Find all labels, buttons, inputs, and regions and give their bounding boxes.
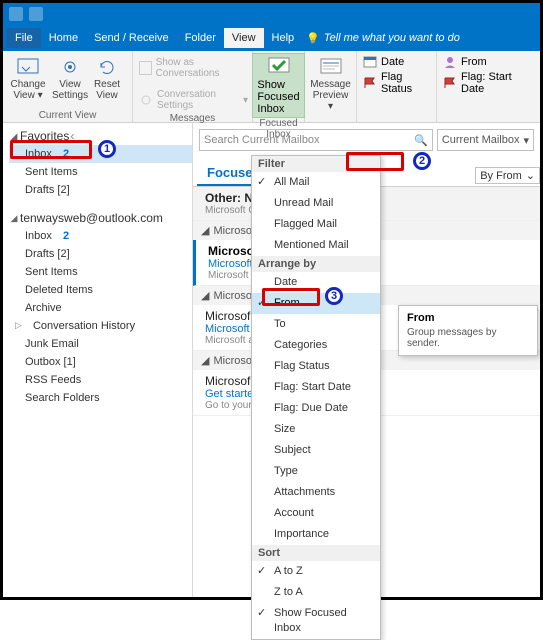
show-focused-label: Show Focused Inbox <box>257 79 299 115</box>
callout-badge-2: 2 <box>413 152 431 170</box>
menu-arrange-to[interactable]: To <box>252 314 380 335</box>
collapse-icon: ◢ <box>201 354 209 367</box>
app-icon <box>9 7 23 21</box>
collapse-icon: ◢ <box>201 224 209 237</box>
menu-arrange-attachments[interactable]: Attachments <box>252 482 380 503</box>
tab-send-receive[interactable]: Send / Receive <box>86 28 177 48</box>
menu-tabs: File Home Send / Receive Folder View Hel… <box>3 25 540 51</box>
nav-search-folders[interactable]: Search Folders <box>9 389 192 407</box>
menu-arrange-type[interactable]: Type <box>252 461 380 482</box>
menu-arrange-flag-due[interactable]: Flag: Due Date <box>252 398 380 419</box>
change-view-icon <box>16 55 40 79</box>
message-preview-icon <box>319 55 343 79</box>
group-current-view: Current View <box>7 110 128 121</box>
menu-arrange-subject[interactable]: Subject <box>252 440 380 461</box>
check-icon: ✓ <box>257 606 266 621</box>
nav-archive[interactable]: Archive <box>9 299 192 317</box>
arrange-menu: Filter ✓All Mail Unread Mail Flagged Mai… <box>251 155 381 640</box>
tab-file[interactable]: File <box>7 28 41 48</box>
arrange-by-from-button[interactable]: By From⌄ <box>475 167 540 184</box>
menu-arrange-importance[interactable]: Importance <box>252 524 380 545</box>
message-preview-label: Message Preview ▾ <box>310 79 351 112</box>
arrange-from[interactable]: From <box>441 55 525 69</box>
menu-section-arrange: Arrange by <box>252 256 380 272</box>
tell-me-input[interactable]: Tell me what you want to do <box>324 32 460 44</box>
flag-icon <box>363 77 377 89</box>
search-input[interactable]: Search Current Mailbox🔍 <box>199 129 433 151</box>
menu-mentioned-mail[interactable]: Mentioned Mail <box>252 235 380 256</box>
reset-view-label: Reset View <box>93 79 121 101</box>
conversation-settings-button: Conversation Settings ▾ <box>139 87 248 113</box>
nav-conversation-history[interactable]: ▷ Conversation History <box>9 317 192 335</box>
chevron-down-icon: ⌄ <box>526 169 535 182</box>
tooltip-body: Group messages by sender. <box>407 327 529 349</box>
collapse-icon: ◢ <box>201 289 209 302</box>
menu-show-focused-inbox[interactable]: ✓Show Focused Inbox <box>252 603 380 639</box>
menu-arrange-categories[interactable]: Categories <box>252 335 380 356</box>
message-preview-button[interactable]: Message Preview ▾ <box>310 53 352 114</box>
favorites-sent[interactable]: Sent Items <box>9 163 192 181</box>
view-settings-label: View Settings <box>52 79 88 101</box>
menu-arrange-size[interactable]: Size <box>252 419 380 440</box>
callout-badge-3: 3 <box>325 287 343 305</box>
menu-unread-mail[interactable]: Unread Mail <box>252 193 380 214</box>
nav-inbox[interactable]: Inbox 2 <box>9 227 192 245</box>
menu-all-mail[interactable]: ✓All Mail <box>252 172 380 193</box>
arrange-flag-start[interactable]: Flag: Start Date <box>441 70 525 96</box>
tab-folder[interactable]: Folder <box>177 28 224 48</box>
arrange-date[interactable]: Date <box>361 55 432 69</box>
gear-icon <box>58 55 82 79</box>
search-icon[interactable]: 🔍 <box>414 134 428 147</box>
nav-sent[interactable]: Sent Items <box>9 263 192 281</box>
nav-drafts[interactable]: Drafts [2] <box>9 245 192 263</box>
tab-help[interactable]: Help <box>264 28 303 48</box>
person-icon <box>443 56 457 68</box>
check-icon: ✓ <box>257 296 266 311</box>
conv-settings-icon <box>139 93 153 107</box>
nav-outbox[interactable]: Outbox [1] <box>9 353 192 371</box>
menu-arrange-flag-start[interactable]: Flag: Start Date <box>252 377 380 398</box>
account-header[interactable]: ◢tenwaysweb@outlook.com <box>9 209 192 227</box>
search-scope-select[interactable]: Current Mailbox▾ <box>437 129 534 151</box>
check-icon: ✓ <box>257 564 266 579</box>
nav-junk[interactable]: Junk Email <box>9 335 192 353</box>
callout-badge-1: 1 <box>98 140 116 158</box>
titlebar <box>3 3 540 25</box>
folder-pane: ◢Favorites‹ Inbox 2 Sent Items Drafts [2… <box>3 123 193 597</box>
menu-section-filter: Filter <box>252 156 380 172</box>
nav-rss[interactable]: RSS Feeds <box>9 371 192 389</box>
menu-arrange-from[interactable]: ✓From <box>252 293 380 314</box>
reset-view-button[interactable]: Reset View <box>91 53 123 103</box>
menu-sort-az[interactable]: ✓A to Z <box>252 561 380 582</box>
menu-arrange-date[interactable]: Date <box>252 272 380 293</box>
tab-home[interactable]: Home <box>41 28 86 48</box>
menu-section-sort: Sort <box>252 545 380 561</box>
calendar-icon <box>363 56 377 68</box>
show-as-conversations-check: Show as Conversations <box>139 55 248 81</box>
menu-arrange-account[interactable]: Account <box>252 503 380 524</box>
lightbulb-icon: 💡 <box>306 32 320 45</box>
show-focused-inbox-button[interactable]: Show Focused Inbox <box>252 53 304 118</box>
change-view-button[interactable]: Change View ▾ <box>7 53 49 103</box>
view-settings-button[interactable]: View Settings <box>51 53 89 103</box>
collapse-pane-icon[interactable]: ‹ <box>70 129 74 143</box>
nav-deleted[interactable]: Deleted Items <box>9 281 192 299</box>
quick-access-icon <box>29 7 43 21</box>
menu-flagged-mail[interactable]: Flagged Mail <box>252 214 380 235</box>
tab-view[interactable]: View <box>224 28 264 48</box>
focused-check-icon <box>267 56 291 79</box>
chevron-down-icon: ▾ <box>523 134 529 147</box>
favorites-drafts[interactable]: Drafts [2] <box>9 181 192 199</box>
tooltip-title: From <box>407 312 529 324</box>
flag-icon <box>443 77 457 89</box>
tooltip: From Group messages by sender. <box>398 305 538 356</box>
arrange-flag-status[interactable]: Flag Status <box>361 70 432 96</box>
menu-arrange-flag-status[interactable]: Flag Status <box>252 356 380 377</box>
ribbon: Change View ▾ View Settings Reset View C… <box>3 51 540 123</box>
check-icon: ✓ <box>257 175 266 190</box>
reset-icon <box>95 55 119 79</box>
change-view-label: Change View ▾ <box>9 79 47 101</box>
